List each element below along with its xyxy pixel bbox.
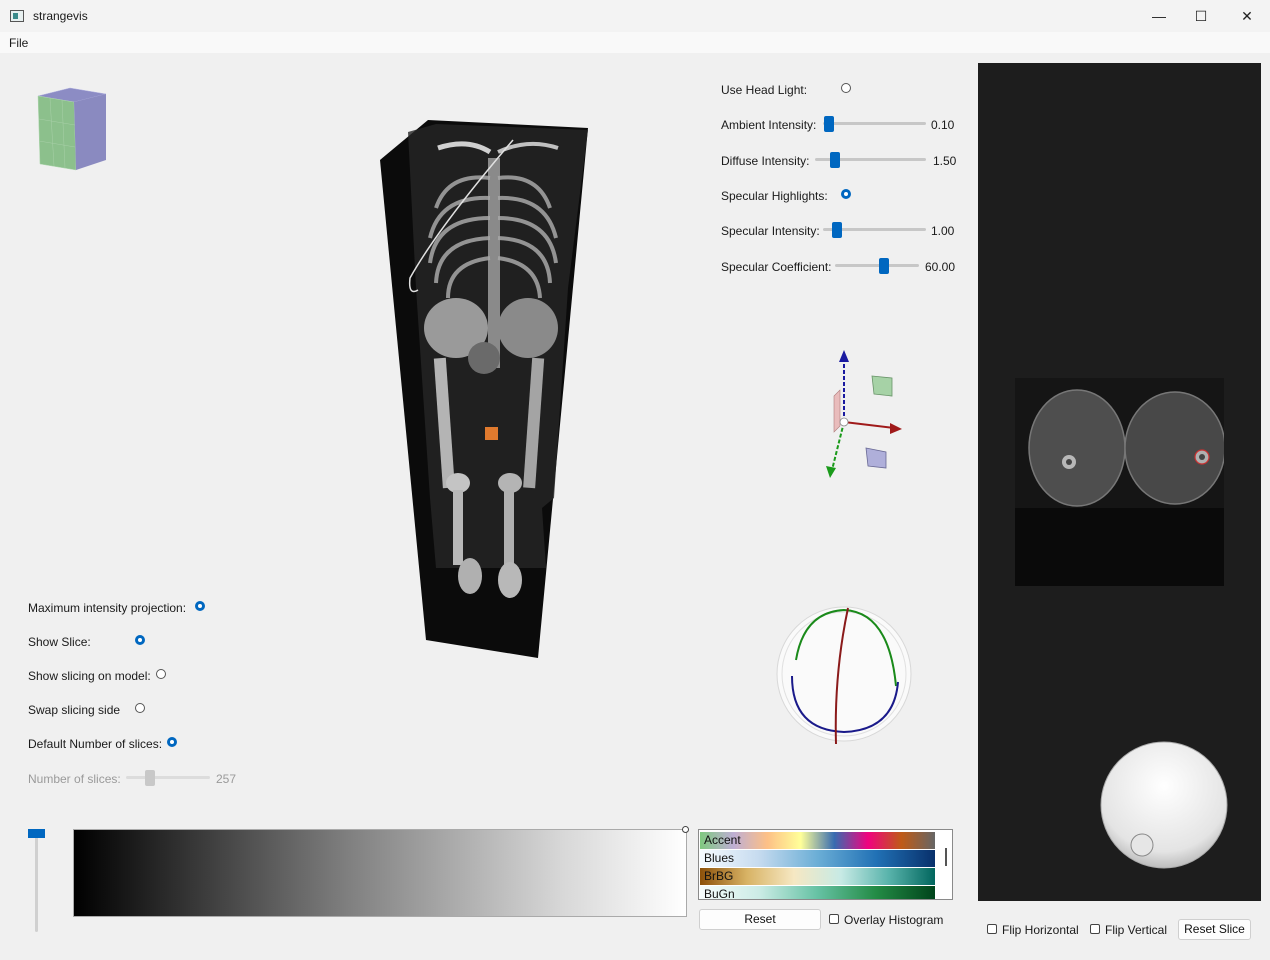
specular-coefficient-label: Specular Coefficient: — [721, 260, 832, 274]
colormap-scrollbar[interactable] — [945, 848, 947, 866]
default-slices-label: Default Number of slices: — [28, 737, 163, 751]
slice-rotation-knob[interactable] — [1100, 741, 1230, 871]
app-icon — [10, 10, 24, 22]
slice-image — [1015, 378, 1224, 586]
ambient-intensity-value: 0.10 — [931, 118, 955, 132]
head-light-label: Use Head Light: — [721, 83, 808, 97]
mip-toggle[interactable] — [195, 601, 205, 611]
colormap-item-label: BrBG — [704, 869, 734, 883]
show-slicing-on-model-toggle[interactable] — [156, 669, 166, 679]
num-slices-thumb[interactable] — [145, 770, 155, 786]
maximize-button[interactable]: ☐ — [1178, 0, 1224, 32]
specular-intensity-label: Specular Intensity: — [721, 224, 820, 238]
ambient-intensity-label: Ambient Intensity: — [721, 118, 817, 132]
volume-render[interactable] — [378, 118, 592, 660]
flip-horizontal-checkbox[interactable] — [987, 924, 997, 934]
flip-vertical-label: Flip Vertical — [1105, 923, 1168, 937]
colormap-item-label: BuGn — [704, 887, 735, 900]
orientation-cube[interactable] — [28, 84, 112, 176]
colormap-item-label: Accent — [704, 833, 741, 847]
overlay-histogram-label: Overlay Histogram — [844, 913, 944, 927]
colormap-item-label: Blues — [704, 851, 735, 865]
diffuse-intensity-value: 1.50 — [933, 154, 957, 168]
menu-file[interactable]: File — [9, 36, 28, 50]
reset-button[interactable]: Reset — [699, 909, 821, 930]
opacity-vertical-thumb[interactable] — [28, 829, 45, 838]
colormap-item-blues[interactable]: Blues — [700, 850, 935, 867]
gradient-handle[interactable] — [682, 826, 689, 833]
num-slices-value: 257 — [216, 772, 237, 786]
ambient-intensity-thumb[interactable] — [824, 116, 834, 132]
specular-highlights-toggle[interactable] — [841, 189, 851, 199]
menu-bar: File — [0, 32, 1270, 53]
title-bar: strangevis — ☐ ✕ — [0, 0, 1270, 32]
swap-slicing-side-label: Swap slicing side — [28, 703, 121, 717]
window-title: strangevis — [33, 9, 88, 23]
default-slices-toggle[interactable] — [167, 737, 177, 747]
light-direction-gizmo[interactable] — [824, 348, 908, 482]
specular-coefficient-thumb[interactable] — [879, 258, 889, 274]
specular-coefficient-value: 60.00 — [925, 260, 956, 274]
flip-horizontal-label: Flip Horizontal — [1002, 923, 1079, 937]
specular-coefficient-slider[interactable] — [835, 264, 919, 267]
show-slice-toggle[interactable] — [135, 635, 145, 645]
close-button[interactable]: ✕ — [1224, 0, 1270, 32]
flip-vertical-checkbox[interactable] — [1090, 924, 1100, 934]
rotation-sphere[interactable] — [774, 602, 914, 748]
ambient-intensity-slider[interactable] — [823, 122, 926, 125]
maximize-icon: ☐ — [1194, 7, 1208, 24]
diffuse-intensity-label: Diffuse Intensity: — [721, 154, 810, 168]
specular-intensity-value: 1.00 — [931, 224, 955, 238]
num-slices-slider[interactable] — [126, 776, 210, 779]
transfer-function-gradient[interactable] — [73, 829, 687, 917]
minimize-button[interactable]: — — [1136, 0, 1182, 32]
minimize-icon: — — [1152, 8, 1166, 24]
head-light-toggle[interactable] — [841, 83, 851, 93]
show-slice-label: Show Slice: — [28, 635, 91, 649]
num-slices-label: Number of slices: — [28, 772, 121, 786]
diffuse-intensity-thumb[interactable] — [830, 152, 840, 168]
opacity-vertical-slider[interactable] — [35, 836, 38, 932]
specular-intensity-thumb[interactable] — [832, 222, 842, 238]
colormap-item-bugn[interactable]: BuGn — [700, 886, 935, 900]
colormap-item-accent[interactable]: Accent — [700, 832, 935, 849]
colormap-list[interactable]: Accent Blues BrBG BuGn — [698, 829, 953, 900]
colormap-item-brbg[interactable]: BrBG — [700, 868, 935, 885]
show-slicing-on-model-label: Show slicing on model: — [28, 669, 151, 683]
slice-view[interactable] — [978, 63, 1261, 901]
overlay-histogram-checkbox[interactable] — [829, 914, 839, 924]
close-icon: ✕ — [1241, 7, 1253, 24]
swap-slicing-side-toggle[interactable] — [135, 703, 145, 713]
mip-label: Maximum intensity projection: — [28, 601, 187, 615]
specular-highlights-label: Specular Highlights: — [721, 189, 828, 203]
reset-slice-button[interactable]: Reset Slice — [1178, 919, 1251, 940]
